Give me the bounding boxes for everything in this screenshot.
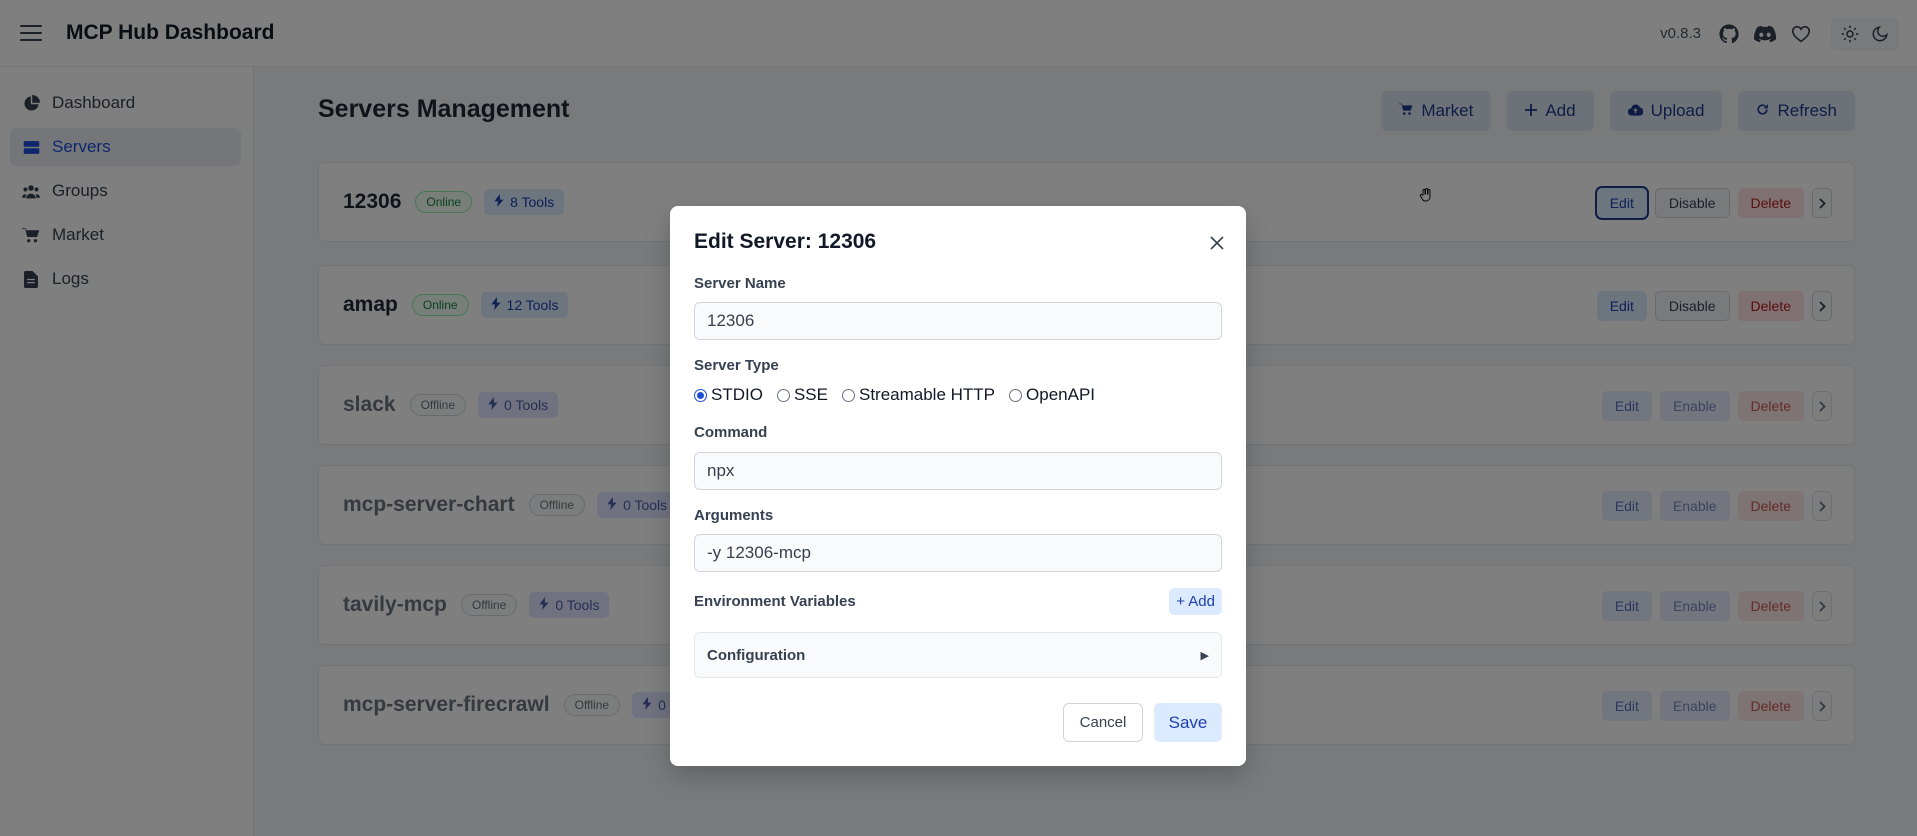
save-button[interactable]: Save: [1154, 703, 1222, 742]
radio-streamable-http[interactable]: [841, 388, 855, 402]
server-name-input[interactable]: 12306: [694, 302, 1222, 340]
radio-label: Streamable HTTP: [858, 385, 996, 404]
command-input[interactable]: npx: [694, 452, 1222, 490]
expand-arrow-icon: ▶: [1200, 649, 1209, 662]
env-vars-label: Environment Variables: [694, 593, 856, 610]
server-type-streamable-http[interactable]: Streamable HTTP: [841, 385, 996, 405]
cancel-button[interactable]: Cancel: [1063, 703, 1143, 742]
configuration-accordion[interactable]: Configuration ▶: [694, 632, 1222, 678]
server-type-radio-group: STDIO SSE Streamable HTTP OpenAPI: [694, 385, 1109, 405]
edit-server-modal: Edit Server: 12306 Server Name 12306 Ser…: [670, 206, 1246, 766]
close-icon[interactable]: [1210, 236, 1226, 252]
add-env-var-button[interactable]: + Add: [1169, 588, 1222, 615]
server-name-label: Server Name: [694, 275, 786, 292]
server-type-stdio[interactable]: STDIO: [694, 385, 763, 405]
server-type-openapi[interactable]: OpenAPI: [1009, 385, 1095, 405]
radio-stdio[interactable]: [694, 388, 707, 402]
server-type-sse[interactable]: SSE: [776, 385, 828, 405]
radio-openapi[interactable]: [1009, 388, 1023, 402]
server-type-label: Server Type: [694, 357, 779, 374]
modal-title: Edit Server: 12306: [694, 230, 877, 253]
radio-sse[interactable]: [776, 388, 790, 402]
radio-label: OpenAPI: [1026, 385, 1096, 404]
radio-label: SSE: [793, 385, 828, 404]
configuration-label: Configuration: [707, 646, 806, 664]
arguments-input[interactable]: -y 12306-mcp: [694, 534, 1222, 572]
arguments-label: Arguments: [694, 507, 774, 524]
command-label: Command: [694, 424, 768, 441]
radio-label: STDIO: [711, 385, 763, 404]
